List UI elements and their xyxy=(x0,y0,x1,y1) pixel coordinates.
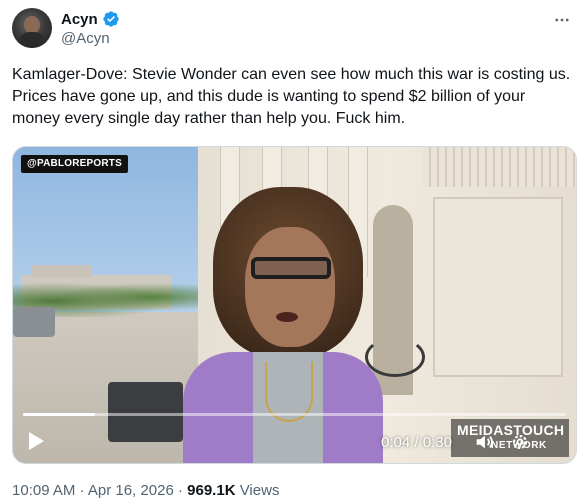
video-time-separator: / xyxy=(410,434,423,451)
video-speaker xyxy=(173,187,393,463)
avatar[interactable] xyxy=(12,8,52,48)
video-player[interactable]: @PABLOREPORTS MEIDASTOUCH NETWORK 0:04 /… xyxy=(12,146,577,464)
views-count[interactable]: 969.1K xyxy=(187,482,235,499)
volume-icon[interactable] xyxy=(473,431,495,453)
play-icon[interactable] xyxy=(27,431,45,451)
tweet-date[interactable]: Apr 16, 2026 xyxy=(88,482,174,499)
video-wall-panel xyxy=(433,197,563,377)
avatar-body xyxy=(18,32,46,48)
meta-separator: · xyxy=(173,482,188,499)
video-progress-fill xyxy=(23,413,96,416)
tweet-header: Acyn @Acyn xyxy=(12,8,576,52)
settings-gear-icon[interactable] xyxy=(509,431,531,453)
video-time: 0:04 / 0:30 xyxy=(381,434,452,451)
video-current-time: 0:04 xyxy=(381,434,411,451)
video-speaker-glasses xyxy=(251,257,331,279)
video-speaker-face xyxy=(245,227,335,347)
video-cornice xyxy=(423,147,576,187)
video-equipment-bag xyxy=(108,382,183,442)
video-duration: 0:30 xyxy=(422,434,452,451)
source-badge: @PABLOREPORTS xyxy=(21,155,128,173)
name-row: Acyn xyxy=(61,10,120,28)
handle[interactable]: @Acyn xyxy=(61,30,110,47)
views-label: Views xyxy=(235,482,280,499)
display-name[interactable]: Acyn xyxy=(61,11,98,28)
video-speaker-mouth xyxy=(276,312,298,322)
video-progress-bar[interactable] xyxy=(23,413,566,416)
verified-badge-icon xyxy=(103,11,119,27)
more-options-icon[interactable] xyxy=(550,8,574,32)
tweet-meta: 10:09 AM · Apr 16, 2026 · 969.1K Views xyxy=(12,482,279,499)
meta-separator: · xyxy=(75,482,88,499)
tweet-text: Kamlager-Dove: Stevie Wonder can even se… xyxy=(12,66,571,127)
video-car xyxy=(13,307,55,337)
tweet-time[interactable]: 10:09 AM xyxy=(12,482,75,499)
